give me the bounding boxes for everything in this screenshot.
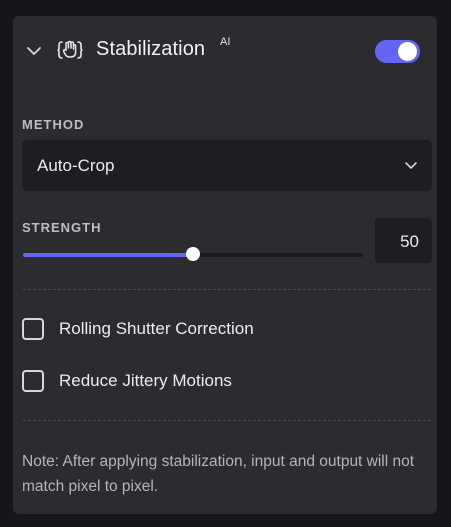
method-select-value: Auto-Crop [37, 156, 115, 175]
chevron-down-icon [405, 162, 417, 169]
panel-title: Stabilization [96, 38, 206, 60]
stabilization-hand-icon [57, 40, 83, 59]
divider [23, 289, 431, 290]
chevron-down-icon[interactable] [25, 42, 43, 60]
stabilization-toggle[interactable] [375, 40, 420, 63]
method-select[interactable]: Auto-Crop [22, 140, 432, 191]
slider-fill [23, 253, 193, 257]
reduce-jitter-label: Reduce Jittery Motions [59, 371, 232, 390]
rolling-shutter-option[interactable]: Rolling Shutter Correction [22, 316, 342, 342]
rolling-shutter-label: Rolling Shutter Correction [59, 319, 254, 338]
panel-header[interactable]: Stabilization AI [13, 16, 437, 86]
rolling-shutter-checkbox[interactable] [22, 318, 44, 340]
toggle-knob [398, 42, 417, 61]
reduce-jitter-option[interactable]: Reduce Jittery Motions [22, 368, 342, 394]
ai-badge: AI [220, 36, 231, 48]
stabilization-note: Note: After applying stabilization, inpu… [22, 453, 415, 495]
strength-label: STRENGTH [22, 220, 102, 235]
slider-thumb[interactable] [186, 247, 200, 261]
reduce-jitter-checkbox[interactable] [22, 370, 44, 392]
method-label: METHOD [22, 117, 85, 132]
strength-slider[interactable] [23, 245, 363, 265]
stabilization-panel: Stabilization AI METHOD Auto-Crop STRENG… [13, 16, 437, 514]
divider [23, 420, 431, 421]
strength-value-input[interactable]: 50 [375, 218, 432, 263]
